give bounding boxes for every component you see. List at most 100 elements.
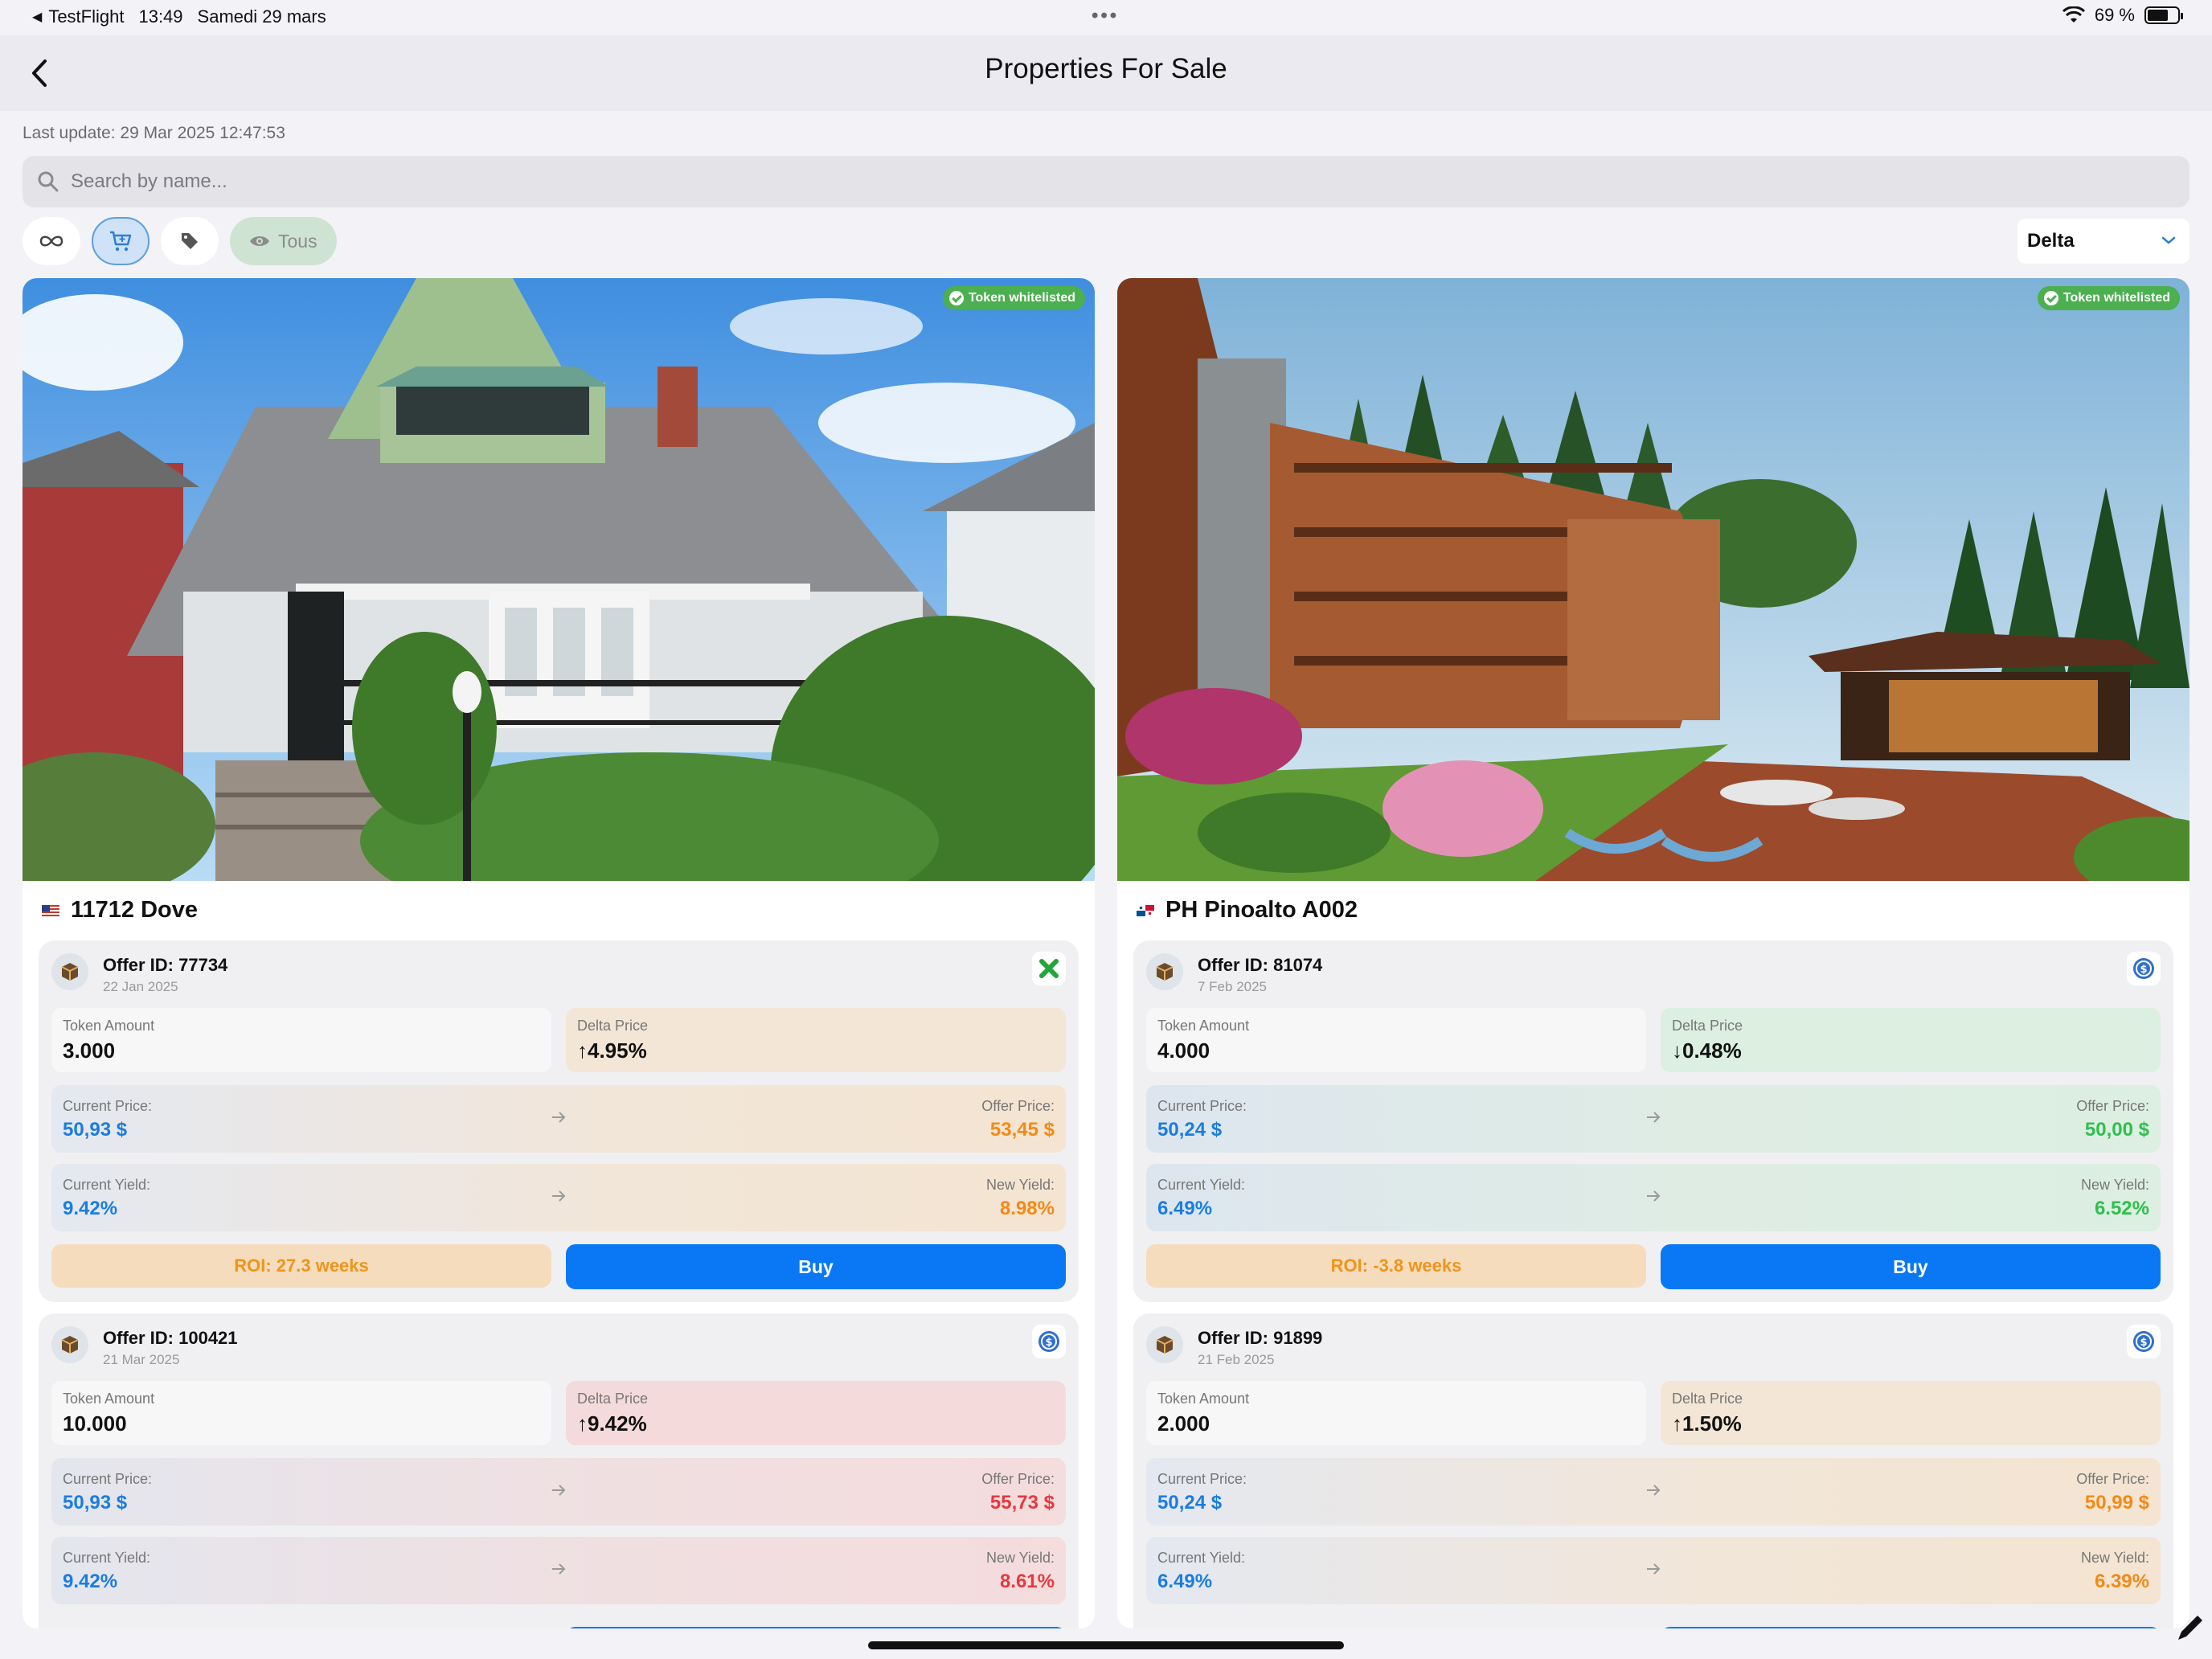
new-yield-value: 6.52% bbox=[2094, 1198, 2149, 1219]
token-amount-box: Token Amount 3.000 bbox=[51, 1008, 551, 1072]
delta-price-box: Delta Price ↑1.50% bbox=[1661, 1381, 2161, 1445]
buy-button[interactable] bbox=[566, 1627, 1066, 1628]
chevron-down-icon bbox=[2161, 236, 2176, 244]
current-yield-value: 6.49% bbox=[1157, 1198, 1213, 1219]
battery-percent: 69 % bbox=[2094, 5, 2135, 25]
offer-id: Offer ID: 81074 bbox=[1198, 955, 1323, 975]
arrow-right-icon bbox=[552, 1190, 566, 1202]
offer-price-label: Offer Price: bbox=[981, 1471, 1055, 1487]
back-app-name[interactable]: TestFlight bbox=[48, 6, 124, 27]
price-comparison: Current Price: 50,93 $ Offer Price: 55,7… bbox=[51, 1458, 1066, 1526]
status-bar: ◀ TestFlight 13:49 Samedi 29 mars ••• 69… bbox=[0, 0, 2212, 35]
yield-comparison: Current Yield: 6.49% New Yield: 6.39% bbox=[1146, 1537, 2161, 1604]
visibility-filter-label: Tous bbox=[278, 230, 317, 252]
whitelist-badge: Token whitelisted bbox=[2037, 286, 2180, 310]
current-yield-label: Current Yield: bbox=[63, 1550, 151, 1566]
x-close-icon[interactable] bbox=[1032, 952, 1066, 985]
property-image[interactable]: Token whitelisted bbox=[23, 278, 1095, 881]
dollar-coin-icon[interactable]: $ bbox=[1032, 1325, 1066, 1358]
last-update-text: Last update: 29 Mar 2025 12:47:53 bbox=[23, 124, 285, 142]
property-title-row: 11712 Dove bbox=[42, 897, 198, 924]
token-box-icon bbox=[51, 1326, 88, 1363]
property-image[interactable]: Token whitelisted bbox=[1117, 278, 2189, 881]
back-to-app-icon[interactable]: ◀ bbox=[32, 9, 42, 25]
current-yield-label: Current Yield: bbox=[1157, 1550, 1246, 1566]
yield-comparison: Current Yield: 9.42% New Yield: 8.61% bbox=[51, 1537, 1066, 1604]
svg-text:$: $ bbox=[2140, 1337, 2147, 1349]
delta-price-label: Delta Price bbox=[577, 1391, 649, 1407]
token-box-icon bbox=[51, 953, 88, 990]
check-circle-icon bbox=[2043, 291, 2058, 305]
dollar-coin-icon[interactable]: $ bbox=[2127, 1325, 2161, 1358]
new-yield-label: New Yield: bbox=[985, 1550, 1055, 1566]
filter-chip-sell[interactable] bbox=[161, 217, 219, 265]
token-amount-value: 2.000 bbox=[1157, 1411, 1210, 1436]
pencil-icon[interactable] bbox=[2173, 1612, 2206, 1645]
new-yield-value: 8.61% bbox=[999, 1571, 1055, 1592]
battery-icon bbox=[2144, 6, 2183, 24]
offer-date: 21 Mar 2025 bbox=[103, 1352, 180, 1367]
property-card[interactable]: Token whitelisted PH Pinoalto A002 Offer… bbox=[1117, 278, 2189, 1628]
current-price-label: Current Price: bbox=[63, 1471, 153, 1487]
us-flag-icon bbox=[42, 904, 59, 916]
offer-id: Offer ID: 91899 bbox=[1198, 1328, 1323, 1348]
roi-badge: ROI: -3.8 weeks bbox=[1146, 1244, 1646, 1288]
whitelist-label: Token whitelisted bbox=[968, 291, 1075, 305]
cart-icon bbox=[110, 231, 132, 252]
property-title-row: PH Pinoalto A002 bbox=[1137, 897, 1358, 924]
new-yield-label: New Yield: bbox=[985, 1177, 1055, 1193]
filter-chip-all[interactable] bbox=[23, 217, 80, 265]
search-bar[interactable] bbox=[23, 156, 2189, 207]
buy-button[interactable]: Buy bbox=[566, 1244, 1066, 1289]
yield-comparison: Current Yield: 6.49% New Yield: 6.52% bbox=[1146, 1164, 2161, 1231]
home-indicator[interactable] bbox=[868, 1641, 1344, 1649]
arrow-right-icon bbox=[1647, 1190, 1661, 1202]
current-price-value: 50,24 $ bbox=[1157, 1119, 1223, 1141]
current-price-value: 50,93 $ bbox=[63, 1119, 128, 1141]
multitasking-dots-icon[interactable]: ••• bbox=[1092, 5, 1119, 27]
current-price-value: 50,24 $ bbox=[1157, 1492, 1223, 1514]
token-amount-box: Token Amount 2.000 bbox=[1146, 1381, 1646, 1445]
offer-id: Offer ID: 100421 bbox=[103, 1328, 238, 1348]
property-name: PH Pinoalto A002 bbox=[1165, 897, 1358, 923]
current-yield-value: 6.49% bbox=[1157, 1571, 1213, 1592]
new-yield-value: 8.98% bbox=[999, 1198, 1055, 1219]
yield-comparison: Current Yield: 9.42% New Yield: 8.98% bbox=[51, 1164, 1066, 1231]
buy-button[interactable]: Buy bbox=[1661, 1244, 2161, 1289]
offer-id: Offer ID: 77734 bbox=[103, 955, 228, 975]
visibility-filter[interactable]: Tous bbox=[230, 217, 337, 265]
delta-price-value: ↑4.95% bbox=[577, 1038, 647, 1063]
search-input[interactable] bbox=[71, 156, 2161, 207]
property-name: 11712 Dove bbox=[71, 897, 199, 923]
status-left: ◀ TestFlight 13:49 Samedi 29 mars bbox=[32, 6, 326, 27]
dollar-coin-icon[interactable]: $ bbox=[2127, 952, 2161, 985]
current-price-label: Current Price: bbox=[63, 1098, 153, 1114]
token-amount-label: Token Amount bbox=[63, 1018, 155, 1034]
sort-dropdown[interactable]: Delta bbox=[2017, 219, 2189, 264]
filter-chip-buy[interactable] bbox=[92, 217, 150, 265]
buy-button[interactable] bbox=[1661, 1627, 2161, 1628]
property-card[interactable]: Token whitelisted 11712 Dove Offer ID: 7… bbox=[23, 278, 1095, 1628]
offer-date: 21 Feb 2025 bbox=[1198, 1352, 1275, 1367]
delta-price-value: ↓0.48% bbox=[1672, 1038, 1742, 1063]
new-yield-value: 6.39% bbox=[2094, 1571, 2149, 1592]
token-amount-box: Token Amount 10.000 bbox=[51, 1381, 551, 1445]
token-amount-value: 10.000 bbox=[63, 1411, 127, 1436]
arrow-right-icon bbox=[1647, 1485, 1661, 1496]
token-box-icon bbox=[1146, 1326, 1183, 1363]
search-icon bbox=[38, 171, 59, 192]
current-yield-value: 9.42% bbox=[63, 1571, 118, 1592]
current-price-label: Current Price: bbox=[1157, 1098, 1247, 1114]
delta-price-value: ↑9.42% bbox=[577, 1411, 647, 1436]
resort-photo-icon bbox=[1117, 278, 2189, 881]
token-amount-label: Token Amount bbox=[1157, 1018, 1250, 1034]
delta-price-box: Delta Price ↓0.48% bbox=[1661, 1008, 2161, 1072]
arrow-right-icon bbox=[552, 1485, 566, 1496]
tag-icon bbox=[182, 233, 198, 249]
current-price-label: Current Price: bbox=[1157, 1471, 1247, 1487]
offer-card: Offer ID: 77734 22 Jan 2025 Token Amount… bbox=[39, 940, 1079, 1302]
house-photo-icon bbox=[23, 278, 1095, 881]
whitelist-label: Token whitelisted bbox=[2062, 291, 2170, 305]
current-yield-value: 9.42% bbox=[63, 1198, 118, 1219]
svg-text:$: $ bbox=[2140, 964, 2147, 976]
